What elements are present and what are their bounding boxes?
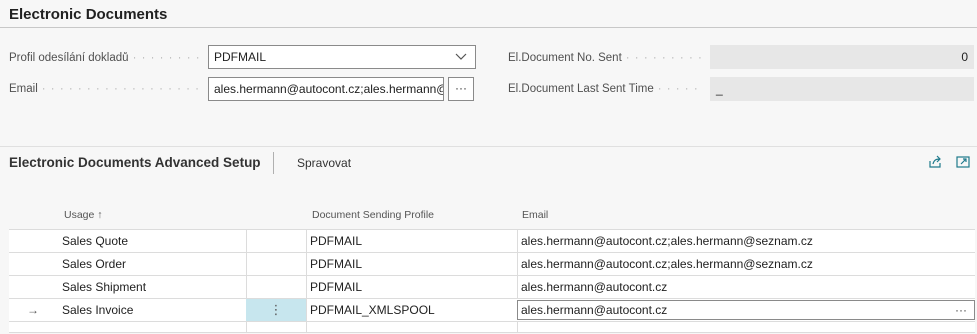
email-value: ales.hermann@autocont.cz;ales.hermann@ <box>214 82 444 96</box>
email-cell[interactable]: ales.hermann@autocont.cz;ales.hermann@se… <box>521 230 813 252</box>
profile-cell[interactable]: PDFMAIL <box>310 276 362 298</box>
row-menu-button[interactable]: ⋮ <box>246 299 306 321</box>
usage-cell[interactable]: Sales Order <box>62 253 126 275</box>
profile-cell[interactable]: PDFMAIL_XMLSPOOL <box>310 299 435 321</box>
group-divider <box>0 27 977 28</box>
part-title[interactable]: Electronic Documents Advanced Setup <box>9 155 261 170</box>
table-row[interactable]: Sales Quote PDFMAIL ales.hermann@autocon… <box>9 229 975 252</box>
col-header-email[interactable]: Email <box>522 209 548 221</box>
email-field[interactable]: ales.hermann@autocont.cz;ales.hermann@ <box>208 77 444 101</box>
row-indicator-arrow-icon: → <box>27 303 39 317</box>
lastsent-value: _ <box>710 77 974 101</box>
usage-cell[interactable]: Sales Shipment <box>62 276 146 298</box>
email-assist-button[interactable]: ··· <box>448 77 474 101</box>
share-icon[interactable] <box>927 154 943 175</box>
col-header-profile[interactable]: Document Sending Profile <box>312 209 434 221</box>
part-separator <box>273 152 274 174</box>
usage-cell[interactable]: Sales Invoice <box>62 299 133 321</box>
docno-value: 0 <box>710 45 974 69</box>
email-cell[interactable]: ales.hermann@autocont.cz <box>521 299 667 321</box>
profile-select[interactable]: PDFMAIL <box>208 45 476 69</box>
email-assist-button[interactable]: ··· <box>955 299 967 321</box>
email-cell[interactable]: ales.hermann@autocont.cz <box>521 276 667 298</box>
manage-action[interactable]: Spravovat <box>297 156 351 170</box>
table-row[interactable]: Sales Order PDFMAIL ales.hermann@autocon… <box>9 252 975 275</box>
profile-label: Profil odesílání dokladů · · · · · · · · … <box>9 52 202 64</box>
lastsent-label: El.Document Last Sent Time · · · · · · <box>508 83 704 95</box>
usage-cell[interactable]: Sales Quote <box>62 230 128 252</box>
chevron-down-icon <box>455 46 467 68</box>
group-title[interactable]: Electronic Documents <box>9 6 167 23</box>
docno-label: El.Document No. Sent · · · · · · · · · · <box>508 52 704 64</box>
table-row-selected[interactable]: → Sales Invoice ⋮ PDFMAIL_XMLSPOOL ales.… <box>9 298 975 321</box>
table-row[interactable]: Sales Shipment PDFMAIL ales.hermann@auto… <box>9 275 975 298</box>
email-cell[interactable]: ales.hermann@autocont.cz;ales.hermann@se… <box>521 253 813 275</box>
part-divider <box>0 146 977 147</box>
email-label: Email · · · · · · · · · · · · · · · · · ·… <box>9 83 202 95</box>
expand-icon[interactable] <box>955 154 971 175</box>
profile-cell[interactable]: PDFMAIL <box>310 253 362 275</box>
setup-grid: Sales Quote PDFMAIL ales.hermann@autocon… <box>9 229 975 333</box>
col-header-usage[interactable]: Usage ↑ <box>64 209 103 221</box>
profile-cell[interactable]: PDFMAIL <box>310 230 362 252</box>
profile-value: PDFMAIL <box>214 50 267 64</box>
table-row-empty <box>9 321 975 333</box>
